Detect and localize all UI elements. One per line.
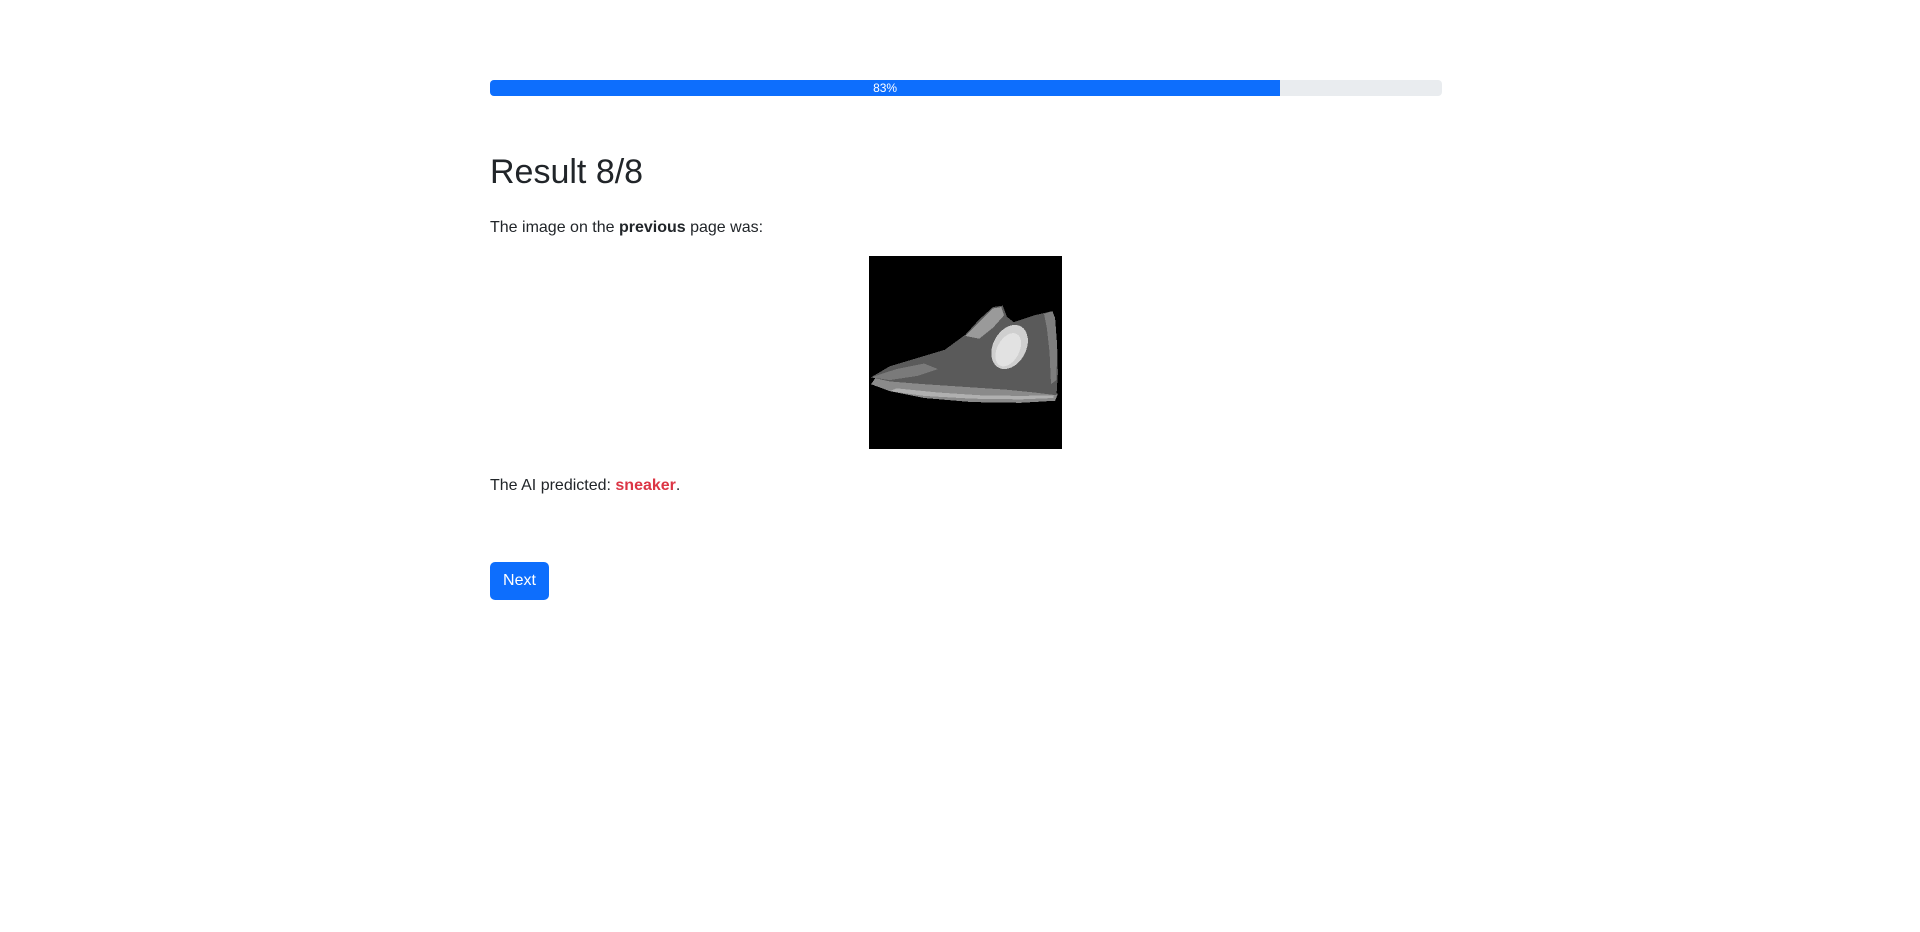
prediction-text: The AI predicted: sneaker.	[490, 474, 680, 498]
intro-suffix: page was:	[685, 219, 764, 236]
progress-label: 83%	[873, 81, 898, 95]
sneaker-image	[869, 256, 1062, 449]
next-button[interactable]: Next	[490, 562, 549, 600]
intro-prefix: The image on the	[490, 219, 619, 236]
progress-bar: 83%	[490, 80, 1442, 96]
prediction-prefix: The AI predicted:	[490, 477, 616, 494]
progress-fill: 83%	[490, 80, 1281, 96]
page-title: Result 8/8	[490, 153, 644, 191]
prediction-suffix: .	[675, 477, 681, 494]
sneaker-image-graphic	[869, 256, 1062, 449]
prediction-label: sneaker	[615, 477, 676, 494]
intro-text: The image on the previous page was:	[490, 216, 763, 240]
intro-bold: previous	[618, 219, 686, 236]
